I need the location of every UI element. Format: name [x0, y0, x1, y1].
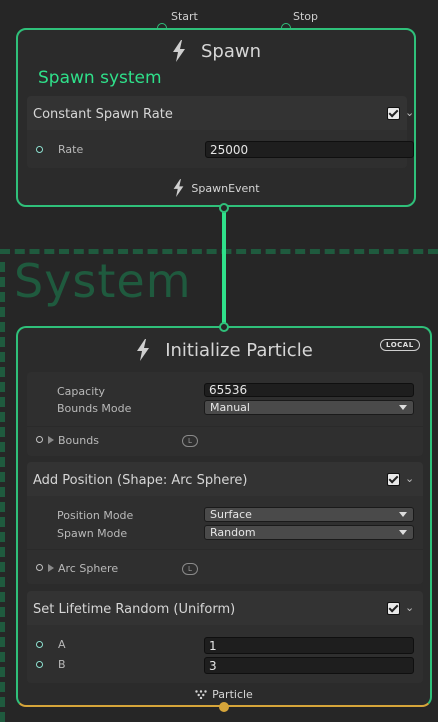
system-title[interactable]: System	[14, 254, 192, 308]
capacity-label: Capacity	[57, 385, 106, 398]
spawn-event-output: SpawnEvent	[18, 176, 414, 200]
position-mode-value: Surface	[210, 508, 252, 521]
arc-sphere-label: Arc Sphere	[58, 562, 119, 575]
initialize-title: Initialize Particle	[165, 339, 313, 361]
bounds-mode-select[interactable]: Manual	[204, 400, 414, 415]
initialize-header: Initialize Particle	[18, 336, 430, 364]
a-input-port[interactable]	[36, 641, 43, 648]
b-label: B	[58, 658, 66, 671]
lightning-icon	[137, 339, 150, 361]
rate-label: Rate	[58, 143, 84, 156]
arc-sphere-space-badge[interactable]: L	[182, 563, 198, 575]
spawn-mode-select[interactable]: Random	[204, 525, 414, 540]
local-space-badge[interactable]: LOCAL	[380, 339, 420, 351]
add-position-block[interactable]: Add Position (Shape: Arc Sphere) ⌄ Posit…	[27, 462, 423, 584]
arc-sphere-input-port[interactable]	[36, 564, 43, 571]
spawn-event-label: SpawnEvent	[191, 181, 260, 195]
rate-field[interactable]: 25000	[205, 141, 414, 158]
caret-down-icon	[399, 405, 407, 410]
divider	[27, 549, 423, 550]
position-mode-label: Position Mode	[57, 509, 134, 522]
spawn-title: Spawn	[200, 40, 261, 62]
lightning-icon	[172, 40, 185, 62]
divider	[27, 426, 423, 427]
block-title: Set Lifetime Random (Uniform)	[33, 602, 236, 617]
chevron-down-icon[interactable]: ⌄	[405, 601, 414, 614]
bounds-space-badge[interactable]: L	[182, 435, 198, 447]
block-enabled-checkbox[interactable]	[387, 473, 400, 486]
block-content	[27, 625, 423, 683]
constant-spawn-rate-block[interactable]: Constant Spawn Rate ⌄ Rate 25000	[27, 96, 414, 168]
initialize-particle-context[interactable]: Initialize Particle LOCAL Capacity 65536…	[16, 326, 432, 707]
spawn-output-port[interactable]	[219, 203, 229, 213]
caret-down-icon	[399, 512, 407, 517]
a-field[interactable]: 1	[204, 637, 414, 654]
expand-triangle-icon[interactable]	[48, 564, 54, 572]
spawn-header: Spawn	[18, 38, 414, 64]
particle-output-label: Particle	[212, 687, 253, 701]
set-lifetime-block[interactable]: Set Lifetime Random (Uniform) ⌄ A 1 B 3	[27, 591, 423, 683]
bounds-mode-label: Bounds Mode	[57, 402, 132, 415]
stop-port-label: Stop	[293, 10, 319, 23]
capacity-field[interactable]: 65536	[204, 383, 414, 397]
spawn-mode-value: Random	[210, 526, 256, 539]
block-title: Add Position (Shape: Arc Sphere)	[33, 473, 248, 488]
spawn-subtitle: Spawn system	[38, 68, 162, 88]
particles-icon	[195, 689, 207, 699]
chevron-down-icon[interactable]: ⌄	[405, 472, 414, 485]
expand-triangle-icon[interactable]	[48, 436, 54, 444]
lightning-icon	[174, 179, 184, 197]
block-enabled-checkbox[interactable]	[387, 107, 400, 120]
bounds-input-port[interactable]	[36, 436, 43, 443]
caret-down-icon	[399, 530, 407, 535]
start-port-label: Start	[171, 10, 198, 23]
particle-output-port[interactable]	[219, 702, 229, 712]
block-enabled-checkbox[interactable]	[387, 602, 400, 615]
bounds-mode-value: Manual	[210, 401, 250, 414]
flow-connection	[222, 212, 226, 324]
spawn-mode-label: Spawn Mode	[57, 527, 128, 540]
system-frame-left	[0, 262, 5, 722]
a-label: A	[58, 638, 66, 651]
spawn-context[interactable]: Spawn Spawn system Constant Spawn Rate ⌄…	[16, 28, 416, 207]
b-field[interactable]: 3	[204, 657, 414, 674]
chevron-down-icon[interactable]: ⌄	[405, 106, 414, 119]
rate-input-port[interactable]	[36, 146, 43, 153]
initialize-settings: Capacity 65536 Bounds Mode Manual Bounds…	[27, 372, 423, 456]
block-title: Constant Spawn Rate	[33, 107, 173, 122]
initialize-input-port[interactable]	[219, 322, 229, 332]
bounds-label: Bounds	[58, 434, 99, 447]
b-input-port[interactable]	[36, 661, 43, 668]
particle-output: Particle	[18, 686, 430, 702]
position-mode-select[interactable]: Surface	[204, 507, 414, 522]
